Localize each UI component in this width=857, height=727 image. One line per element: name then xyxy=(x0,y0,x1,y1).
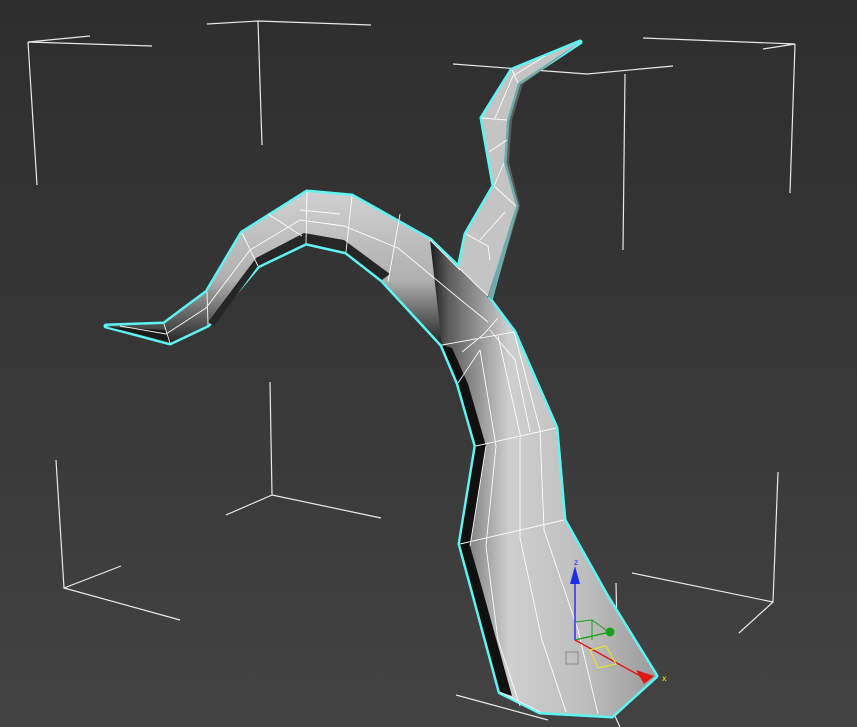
gizmo-y-arrowhead[interactable] xyxy=(605,627,615,637)
branch-upper[interactable] xyxy=(459,42,580,300)
branch-left[interactable] xyxy=(106,192,488,352)
viewport-scene[interactable]: z x xyxy=(0,0,857,727)
trunk[interactable] xyxy=(430,240,656,716)
selection-bounding-box xyxy=(27,20,796,727)
gizmo-z-label: z xyxy=(574,558,578,567)
perspective-viewport[interactable]: z x xyxy=(0,0,857,727)
gizmo-x-label: x xyxy=(662,674,667,683)
